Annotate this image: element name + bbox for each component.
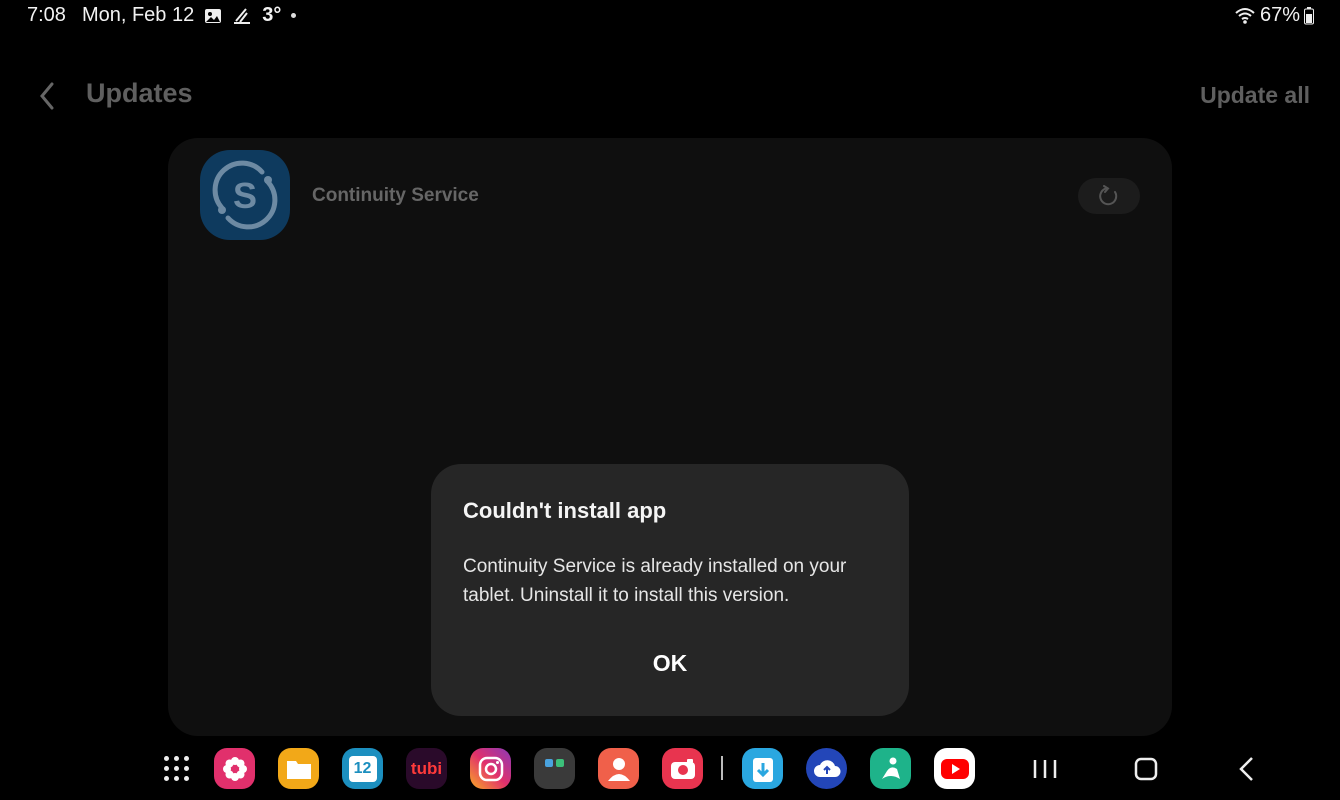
downloader-icon[interactable] — [742, 748, 783, 789]
folder-icon[interactable] — [534, 748, 575, 789]
chevron-left-icon — [40, 82, 54, 110]
update-all-button[interactable]: Update all — [1200, 82, 1310, 109]
youtube-icon[interactable] — [934, 748, 975, 789]
retry-button[interactable] — [1078, 178, 1140, 214]
app-name: Continuity Service — [312, 185, 479, 206]
dialog-message: Continuity Service is already installed … — [463, 556, 847, 606]
back-arrow-icon — [1239, 757, 1253, 781]
tubi-icon[interactable]: tubi — [406, 748, 447, 789]
battery-percent: 67% — [1259, 4, 1300, 26]
status-bar: 7:08 Mon, Feb 12 3° 67% — [0, 0, 1340, 32]
taskbar: 12 tubi — [0, 742, 1340, 800]
contacts-icon[interactable] — [598, 748, 639, 789]
recent-apps-button[interactable] — [1030, 754, 1060, 784]
my-files-icon[interactable] — [278, 748, 319, 789]
dock-divider — [721, 756, 723, 780]
instagram-icon[interactable] — [470, 748, 511, 789]
calendar-day: 12 — [348, 755, 377, 782]
dialog-ok-button[interactable]: OK — [431, 650, 909, 677]
app-icon-letter: S — [233, 175, 257, 216]
camera-icon[interactable] — [662, 748, 703, 789]
wifi-icon — [1234, 7, 1256, 25]
install-error-dialog: Couldn't install app Continuity Service … — [431, 464, 909, 716]
cloud-icon[interactable] — [806, 748, 847, 789]
gallery-notification-icon — [204, 8, 222, 24]
nav-back-button[interactable] — [1232, 754, 1262, 784]
status-date: Mon, Feb 12 — [81, 4, 195, 26]
home-icon — [1134, 757, 1158, 781]
dialog-title: Couldn't install app — [463, 498, 667, 523]
calendar-icon[interactable]: 12 — [342, 748, 383, 789]
status-right: 67% — [1234, 4, 1314, 27]
status-time: 7:08 — [27, 4, 66, 26]
more-notifications-dot — [291, 13, 297, 18]
status-left: 7:08 Mon, Feb 12 3° — [27, 4, 297, 27]
page-title: Updates — [86, 78, 193, 108]
meditation-icon[interactable] — [870, 748, 911, 789]
back-button[interactable] — [34, 80, 62, 112]
home-button[interactable] — [1131, 754, 1161, 784]
app-drawer-icon[interactable] — [164, 756, 190, 782]
retry-icon — [1099, 185, 1118, 206]
continuity-service-app-icon: S — [200, 150, 290, 240]
status-temperature: 3° — [262, 4, 282, 26]
recent-apps-icon — [1033, 760, 1057, 778]
blossom-app-icon[interactable] — [214, 748, 255, 789]
weather-icon — [232, 7, 252, 25]
battery-icon — [1304, 6, 1314, 25]
